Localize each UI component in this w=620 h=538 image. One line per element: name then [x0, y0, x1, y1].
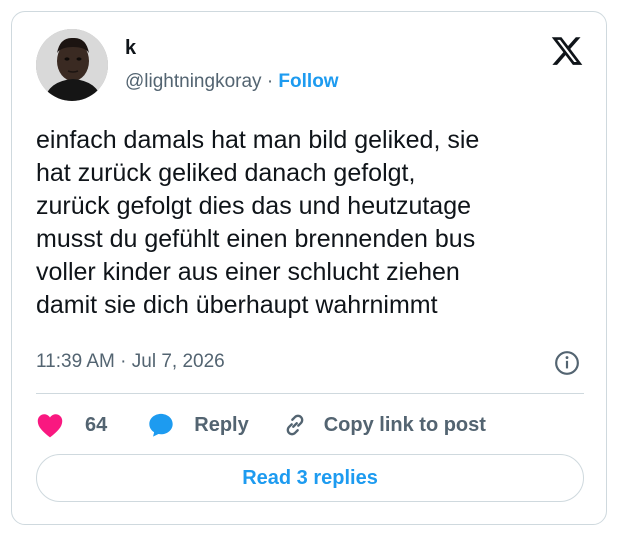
divider	[36, 393, 584, 394]
avatar-image	[36, 29, 108, 101]
like-button[interactable]: 64	[36, 412, 147, 438]
avatar[interactable]	[36, 29, 108, 101]
like-count: 64	[85, 413, 108, 436]
handle-row: @lightningkoray · Follow	[125, 70, 339, 94]
action-bar: 64 Reply Copy link to post	[36, 408, 486, 442]
tweet-text: einfach damals hat man bild geliked, sie…	[36, 126, 480, 319]
separator: ·	[266, 71, 274, 92]
heart-icon	[37, 414, 63, 438]
follow-button[interactable]: Follow	[278, 71, 338, 92]
tweet-card: k @lightningkoray · Follow einfach damal…	[11, 11, 607, 525]
copy-link-button[interactable]: Copy link to post	[281, 411, 486, 439]
x-logo-icon[interactable]	[550, 34, 584, 68]
author-handle[interactable]: @lightningkoray	[125, 71, 262, 92]
copy-link-label: Copy link to post	[323, 413, 486, 436]
author-name[interactable]: k	[125, 36, 136, 60]
reply-label: Reply	[194, 413, 249, 436]
read-replies-label: Read 3 replies	[242, 466, 378, 489]
speech-bubble-icon	[149, 413, 173, 437]
timestamp[interactable]: 11:39 AM · Jul 7, 2026	[36, 350, 225, 374]
read-replies-button[interactable]: Read 3 replies	[36, 454, 584, 502]
reply-button[interactable]: Reply	[147, 411, 280, 439]
link-icon	[286, 414, 304, 436]
info-icon[interactable]	[554, 350, 580, 376]
